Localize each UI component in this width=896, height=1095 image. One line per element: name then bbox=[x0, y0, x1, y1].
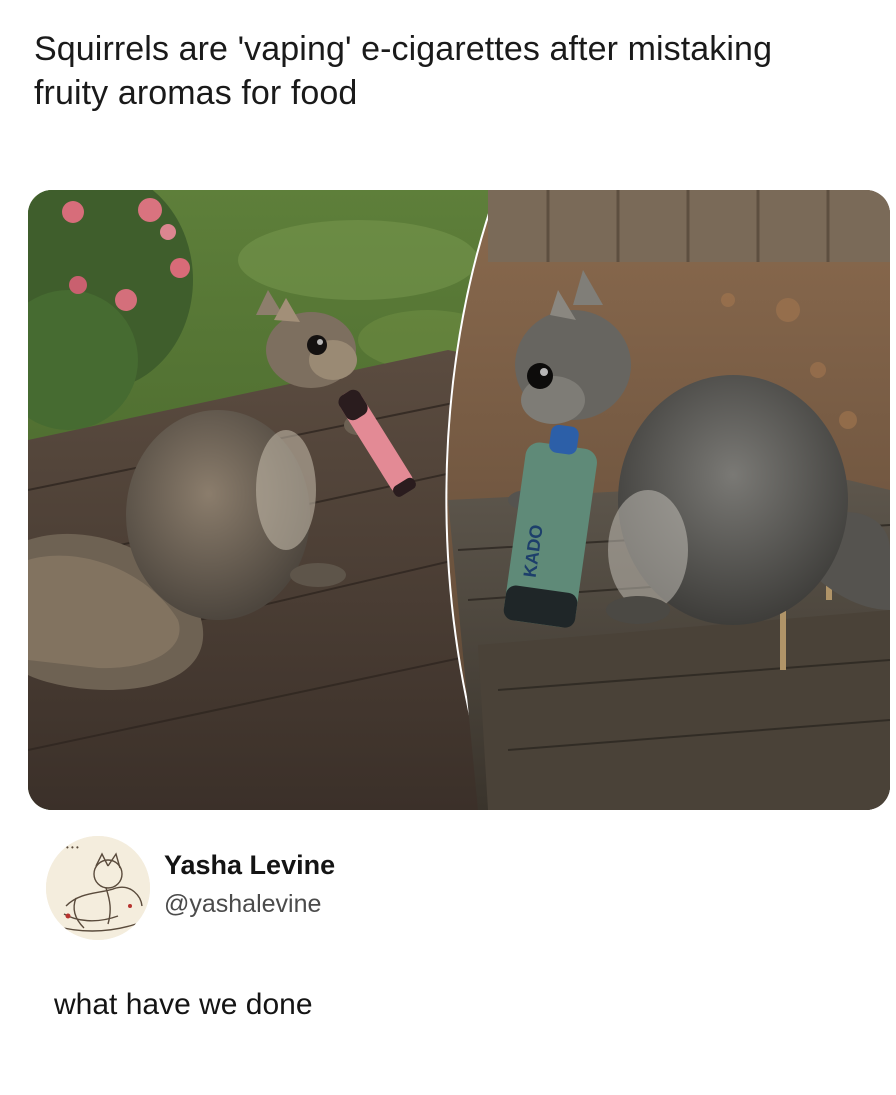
tweet-card: • • • Yasha Levine @yashalevine bbox=[46, 832, 846, 942]
author-handle[interactable]: @yashalevine bbox=[164, 890, 321, 919]
author-name[interactable]: Yasha Levine bbox=[164, 850, 335, 881]
left-photo bbox=[28, 190, 499, 810]
photo-collage: KADO bbox=[28, 190, 890, 810]
right-photo: KADO bbox=[447, 190, 890, 810]
tweet-body: what have we done bbox=[54, 988, 313, 1021]
headline: Squirrels are 'vaping' e-cigarettes afte… bbox=[34, 30, 773, 112]
avatar-sketch-icon: • • • bbox=[46, 836, 150, 940]
photo-collage-image: KADO bbox=[28, 190, 890, 810]
svg-text:• • •: • • • bbox=[66, 843, 79, 852]
avatar[interactable]: • • • bbox=[46, 836, 150, 940]
